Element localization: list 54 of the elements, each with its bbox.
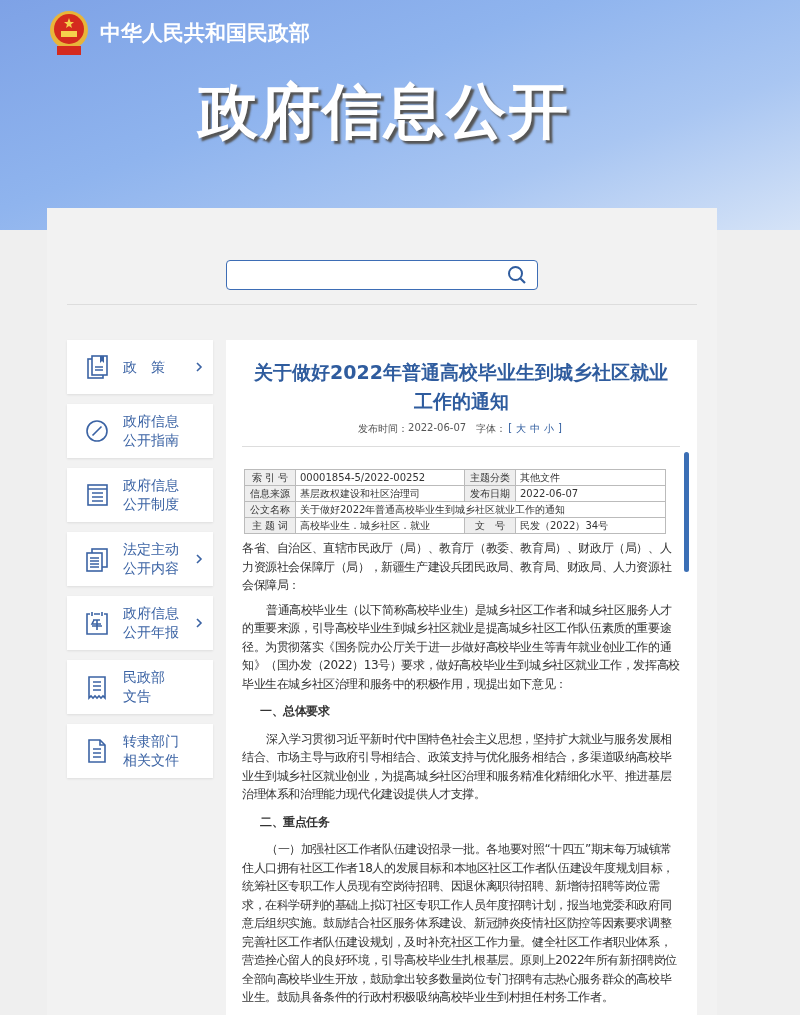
sidebar-item-label[interactable]: 政府信息 公开制度 bbox=[123, 476, 179, 514]
bracket: ] bbox=[558, 422, 562, 435]
search-icon[interactable] bbox=[507, 265, 527, 285]
calendar-icon bbox=[85, 610, 109, 636]
book-icon bbox=[85, 354, 109, 380]
font-size-label: 字体： bbox=[476, 422, 507, 436]
section-heading: 二、重点任务 bbox=[259, 813, 331, 831]
body-paragraph: 普通高校毕业生（以下简称高校毕业生）是城乡社区工作者和城乡社区服务人才的重要来源，引导高校毕业生到城乡社区就业是提高城乡社区工作队伍素质的重要途径。为贯彻落实《国务院办公厅关于进一步做好高校毕业生等青年就业创业工作的通知》（国办发（2022）13号）要求，做好高校毕业生到城乡社区就业工作，发挥高校毕业生在城乡社区治理和服务中的积极作用，现提出如下意见： bbox=[242, 601, 680, 693]
sidebar-item-label[interactable]: 法定主动 公开内容 bbox=[123, 540, 179, 578]
chevron-right-icon[interactable] bbox=[195, 617, 203, 629]
ministry-name: 中华人民共和国民政部 bbox=[100, 20, 310, 47]
table-cell: 民发（2022）34号 bbox=[515, 517, 666, 534]
documents-icon bbox=[85, 546, 109, 572]
sidebar-item-label[interactable]: 民政部 文告 bbox=[123, 668, 165, 706]
document-icon bbox=[85, 738, 109, 764]
compass-icon bbox=[85, 418, 109, 444]
sidebar-item[interactable]: 政 策 bbox=[67, 340, 213, 394]
table-cell: 2022-06-07 bbox=[515, 485, 666, 502]
table-label-cell: 索 引 号 bbox=[244, 469, 296, 486]
font-size-link[interactable]: 大 bbox=[516, 422, 527, 436]
national-emblem-icon bbox=[48, 10, 90, 56]
body-paragraph: （一）加强社区工作者队伍建设招录一批。各地要对照“十四五”期末每万城镇常住人口拥有社区工作者18人的发展目标和本地区社区工作者队伍建设年度规划目标，统筹社区专职工作人员现有空岗待招聘、因退休离职待招聘、新增待招聘等岗位需求，在科学研判的基础上拟订社区专职工作人员年度招聘计划，报当地党委和政府同意后组织实施。鼓励结合社区服务体系建设、新冠肺炎疫情社区防控等因素要求调整完善社区工作者队伍建设规划，及时补充社区工作力量。健全社区工作者职业体系，营造拴心留人的良好环境，引导高校毕业生扎根基层。原则上2022年所有新招聘岗位全部向高校毕业生开放，鼓励拿出较多数量岗位专门招聘有志热心服务群众的高校毕业生。鼓励具备条件的行政村积极吸纳高校毕业生到村担任村务工作者。 bbox=[242, 841, 678, 1006]
table-cell: 关于做好2022年普通高校毕业生到城乡社区就业工作的通知 bbox=[295, 501, 666, 518]
table-label-cell: 主题分类 bbox=[464, 469, 516, 486]
font-size-link[interactable]: 中 bbox=[530, 422, 541, 436]
chevron-right-icon[interactable] bbox=[195, 361, 203, 373]
sidebar-item[interactable]: 法定主动 公开内容 bbox=[67, 532, 213, 586]
font-size-link[interactable]: 小 bbox=[544, 422, 555, 436]
scrollbar[interactable] bbox=[684, 452, 689, 572]
table-cell: 高校毕业生．城乡社区．就业 bbox=[295, 517, 465, 534]
body-paragraph: 深入学习贯彻习近平新时代中国特色社会主义思想，坚持扩大就业与服务发展相结合、市场主导与政府引导相结合、政策支持与优化服务相结合，多渠道吸纳高校毕业生到城乡社区就业创业，为提高城乡社区治理和服务精准化精细化水平、推进基层治理体系和治理能力现代化建设提供人才支撑。 bbox=[242, 730, 673, 803]
date-label: 发布时间： bbox=[358, 422, 409, 436]
sidebar-item-label[interactable]: 政府信息 公开年报 bbox=[123, 604, 179, 642]
publish-date: 2022-06-07 bbox=[408, 422, 467, 435]
sidebar-item[interactable]: 转隶部门 相关文件 bbox=[67, 724, 213, 778]
search-field[interactable] bbox=[226, 260, 538, 290]
sidebar-item[interactable]: 政府信息 公开年报 bbox=[67, 596, 213, 650]
chevron-right-icon[interactable] bbox=[195, 553, 203, 565]
sidebar-item-label[interactable]: 政府信息 公开指南 bbox=[123, 412, 179, 450]
banner-title: 政府信息公开 bbox=[198, 75, 571, 148]
salutation-text: 各省、自治区、直辖市民政厅（局）、教育厅（教委、教育局）、财政厅（局）、人力资源社会保障厅（局），新疆生产建设兵团民政局、教育局、财政局、人力资源社会保障局： bbox=[242, 540, 673, 594]
article-title: 关于做好2022年普通高校毕业生到城乡社区就业工作的通知 bbox=[253, 360, 669, 414]
receipt-icon bbox=[85, 674, 109, 700]
table-cell: 00001854-5/2022-00252 bbox=[295, 469, 465, 486]
list-icon bbox=[85, 482, 109, 508]
sidebar-item[interactable]: 民政部 文告 bbox=[67, 660, 213, 714]
bracket: [ bbox=[508, 422, 513, 435]
section-heading: 一、总体要求 bbox=[259, 703, 331, 720]
sidebar-item[interactable]: 政府信息 公开指南 bbox=[67, 404, 213, 458]
sidebar-item[interactable]: 政府信息 公开制度 bbox=[67, 468, 213, 522]
table-cell: 基层政权建设和社区治理司 bbox=[295, 485, 465, 502]
table-cell: 其他文件 bbox=[515, 469, 666, 486]
sidebar-item-label[interactable]: 政 策 bbox=[123, 357, 165, 377]
sidebar-item-label[interactable]: 转隶部门 相关文件 bbox=[123, 732, 179, 770]
